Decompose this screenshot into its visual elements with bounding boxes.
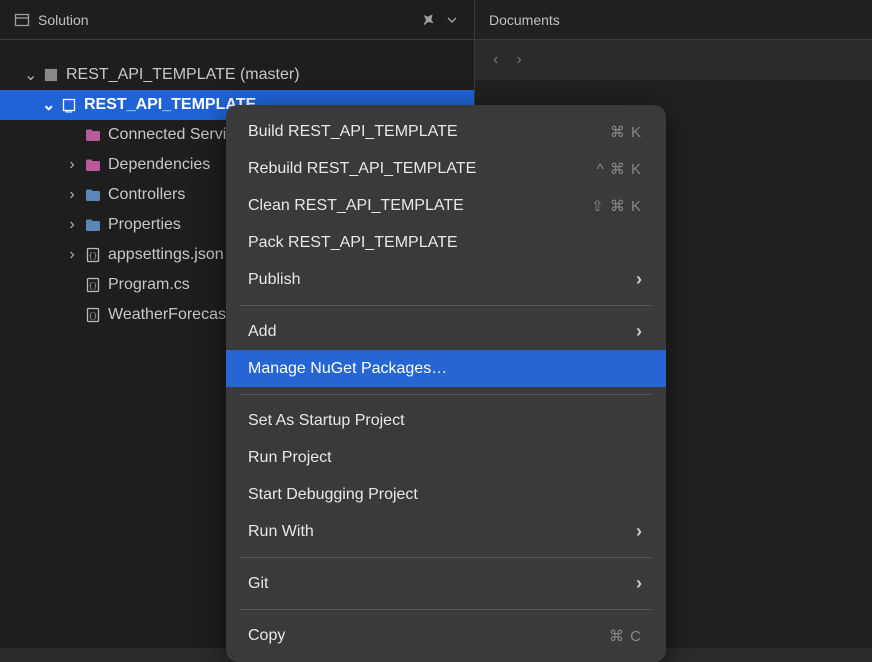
menu-item[interactable]: Publish › [226, 261, 666, 298]
caret-icon[interactable]: › [66, 246, 78, 264]
menu-item[interactable]: Build REST_API_TEMPLATE ⌘ K [226, 113, 666, 150]
code-icon: {} [84, 306, 102, 324]
menu-item-label: Set As Startup Project [248, 412, 642, 430]
menu-item-label: Run Project [248, 449, 642, 467]
chevron-right-icon: › [636, 573, 642, 594]
tree-item-label: appsettings.json [108, 246, 224, 264]
menu-item[interactable]: Add › [226, 313, 666, 350]
caret-icon[interactable]: › [66, 186, 78, 204]
caret-down-icon[interactable]: ⌄ [42, 95, 54, 115]
menu-item-label: Add [248, 323, 626, 341]
menu-item[interactable]: Manage NuGet Packages… [226, 350, 666, 387]
menu-item-label: Run With [248, 523, 626, 541]
caret-icon[interactable]: › [66, 216, 78, 234]
panel-window-icon [14, 12, 30, 28]
pin-icon[interactable] [420, 12, 436, 28]
menu-item-label: Rebuild REST_API_TEMPLATE [248, 160, 587, 178]
chevron-right-icon: › [636, 269, 642, 290]
menu-item[interactable]: Run Project [226, 439, 666, 476]
menu-shortcut: ⇧ ⌘ K [591, 197, 642, 215]
solution-label: REST_API_TEMPLATE (master) [66, 66, 300, 84]
svg-text:{}: {} [89, 313, 97, 321]
menu-item[interactable]: Rebuild REST_API_TEMPLATE ^ ⌘ K [226, 150, 666, 187]
nav-back-icon[interactable]: ‹ [493, 51, 498, 69]
menu-item[interactable]: Git › [226, 565, 666, 602]
menu-item-label: Manage NuGet Packages… [248, 360, 642, 378]
menu-item-label: Publish [248, 271, 626, 289]
menu-item-label: Build REST_API_TEMPLATE [248, 123, 600, 141]
menu-item[interactable]: Pack REST_API_TEMPLATE [226, 224, 666, 261]
tree-item-label: Dependencies [108, 156, 210, 174]
svg-text:{}: {} [89, 283, 97, 291]
folder-pink-icon [84, 156, 102, 174]
chevron-right-icon: › [636, 321, 642, 342]
menu-shortcut: ⌘ C [609, 627, 642, 645]
menu-item[interactable]: Run With › [226, 513, 666, 550]
project-icon [60, 96, 78, 114]
menu-item[interactable]: Copy ⌘ C [226, 617, 666, 654]
tree-item-label: Controllers [108, 186, 185, 204]
tree-item-label: Properties [108, 216, 181, 234]
folder-icon [84, 186, 102, 204]
menu-item-label: Clean REST_API_TEMPLATE [248, 197, 581, 215]
chevron-right-icon: › [636, 521, 642, 542]
menu-item-label: Git [248, 575, 626, 593]
menu-separator [240, 305, 652, 306]
menu-separator [240, 394, 652, 395]
solution-icon [42, 66, 60, 84]
documents-panel-title: Documents [489, 12, 858, 28]
solution-node[interactable]: ⌄ REST_API_TEMPLATE (master) [0, 60, 474, 90]
menu-item[interactable]: Start Debugging Project [226, 476, 666, 513]
tree-item-label: Program.cs [108, 276, 190, 294]
menu-item[interactable]: Clean REST_API_TEMPLATE ⇧ ⌘ K [226, 187, 666, 224]
folder-pink-icon [84, 126, 102, 144]
context-menu[interactable]: Build REST_API_TEMPLATE ⌘ K Rebuild REST_A… [226, 105, 666, 662]
menu-shortcut: ^ ⌘ K [597, 160, 642, 178]
documents-panel-header: Documents [475, 0, 872, 40]
caret-down-icon[interactable]: ⌄ [24, 65, 36, 85]
menu-separator [240, 557, 652, 558]
folder-icon [84, 216, 102, 234]
solution-panel-title: Solution [38, 12, 412, 28]
menu-shortcut: ⌘ K [610, 123, 642, 141]
documents-nav: ‹ › [475, 40, 872, 80]
menu-item-label: Start Debugging Project [248, 486, 642, 504]
menu-separator [240, 609, 652, 610]
nav-forward-icon[interactable]: › [516, 51, 521, 69]
solution-panel-header: Solution [0, 0, 474, 40]
menu-item-label: Copy [248, 627, 599, 645]
code-icon: {} [84, 276, 102, 294]
menu-item[interactable]: Set As Startup Project [226, 402, 666, 439]
caret-icon[interactable]: › [66, 156, 78, 174]
svg-text:{}: {} [89, 253, 97, 261]
code-icon: {} [84, 246, 102, 264]
chevron-down-icon[interactable] [444, 12, 460, 28]
menu-item-label: Pack REST_API_TEMPLATE [248, 234, 642, 252]
